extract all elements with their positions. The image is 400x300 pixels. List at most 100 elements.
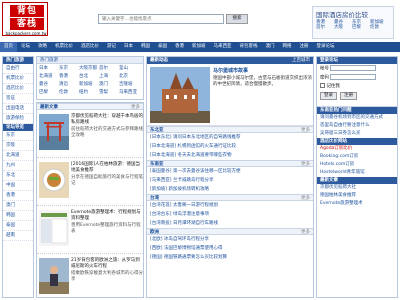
city-link[interactable]: 曼谷 [39, 81, 59, 89]
more-link[interactable]: 更多 [301, 229, 310, 236]
city-link[interactable]: 东京 [59, 65, 79, 73]
city-link[interactable]: 纽约 [79, 89, 99, 97]
nav-item[interactable]: 注册 [296, 42, 313, 52]
sidebar-item[interactable]: 机票比价 [3, 74, 33, 84]
feature-title[interactable]: 马尔堡城市故事 [213, 68, 313, 75]
nav-item[interactable]: 攻略 [34, 42, 51, 52]
article-title[interactable]: Evernote旅游整理术：行程规划与资料整理 [71, 210, 143, 222]
more-link[interactable]: 上百城市 [292, 57, 310, 64]
news-link[interactable]: [西欧] 法国巴黎博物馆通票使用心得 [147, 244, 313, 253]
compare-link[interactable]: 大阪 [334, 25, 352, 30]
city-link[interactable]: 新加坡 [79, 81, 99, 89]
article-item[interactable]: [2016国际]人在柏林旅游：德国当地美食推荐 分享在德国自助旅行的美食与行程笔记 [37, 158, 143, 206]
city-link[interactable]: 清迈 [59, 81, 79, 89]
sidebar-item[interactable]: 泰国 [3, 221, 33, 231]
more-link[interactable]: 更多 [301, 161, 310, 168]
city-link[interactable]: 北海道 [39, 73, 59, 81]
sidebar-item[interactable]: 东北 [3, 171, 33, 181]
latest-link[interactable]: 德国柏林美食推荐 [317, 192, 397, 200]
city-link[interactable]: 伦敦 [59, 89, 79, 97]
news-link[interactable]: [北欧] 冰岛自驾环岛行程分享 [147, 235, 313, 244]
sidebar-item[interactable]: 自由行 [3, 64, 33, 74]
city-link[interactable]: 上海 [99, 73, 119, 81]
compare-link[interactable]: 巴黎 [352, 25, 370, 30]
nav-item[interactable]: 登录论坛 [313, 42, 339, 52]
login-button[interactable]: 登录 [320, 92, 337, 100]
city-link[interactable]: 澳门 [99, 81, 119, 89]
city-link[interactable]: 香港 [59, 73, 79, 81]
more-link[interactable]: 更多 [301, 127, 310, 134]
article-item[interactable]: Evernote旅游整理术：行程规划与资料整理 善用Evernote整理旅行资料与… [37, 206, 143, 254]
search-button[interactable]: 搜索 [226, 14, 248, 24]
hotel-site-link[interactable]: Agoda订房比价 [317, 145, 397, 153]
sidebar-item[interactable]: 签证 [3, 94, 33, 104]
latest-link[interactable]: 京都伏见稻荷大社 [317, 184, 397, 192]
news-link[interactable]: [日本北海道] 札幌到函馆的火车通行证比较 [147, 142, 313, 151]
sidebar-item[interactable]: 出国电话 [3, 104, 33, 114]
nav-item[interactable]: 论坛 [17, 42, 34, 52]
news-link[interactable]: [台湾花莲] 太鲁阁一日游行程规划 [147, 201, 313, 210]
nav-item[interactable]: 酒店比价 [77, 42, 103, 52]
question-link[interactable]: 吴哥窟三日券怎么买 [317, 130, 397, 138]
article-title[interactable]: 京都伏见稻荷大社：穿越千本鸟居的私房路线 [71, 114, 143, 126]
news-link[interactable]: [德国] 德国铁路通票要怎么买比较划算 [147, 253, 313, 262]
nav-item[interactable]: 网络 [279, 42, 296, 52]
city-link[interactable]: 日本 [39, 65, 59, 73]
city-link[interactable]: 台北 [79, 73, 99, 81]
nav-item[interactable]: 韩国 [137, 42, 154, 52]
search-input[interactable] [98, 14, 224, 24]
news-link[interactable]: [泰国曼谷] 第一次去曼谷该住哪一区比较方便 [147, 167, 313, 176]
sidebar-item[interactable]: 韩国 [3, 211, 33, 221]
city-link[interactable]: 巴黎 [39, 89, 59, 97]
article-title[interactable]: 21岁背包客的欧洲之旅：从罗马到威尼斯的火车行程 [71, 258, 143, 270]
compare-link[interactable]: 伦敦 [370, 25, 388, 30]
more-link[interactable]: 更多 [301, 195, 310, 202]
news-link[interactable]: [台湾南投] 日月潭环湖自行车路线 [147, 219, 313, 228]
city-link[interactable]: 釜山 [119, 65, 139, 73]
hotel-site-link[interactable]: Hostelworld青年旅馆 [317, 169, 397, 177]
news-link[interactable]: [日本北海道] 冬天去北海道要带哪些衣物 [147, 151, 313, 160]
article-title[interactable]: [2016国际]人在柏林旅游：德国当地美食推荐 [71, 162, 143, 174]
city-link[interactable]: 北京 [119, 73, 139, 81]
nav-item[interactable]: 香港 [171, 42, 188, 52]
sidebar-item[interactable]: 酒店比价 [3, 84, 33, 94]
nav-item[interactable]: 游记 [103, 42, 120, 52]
sidebar-item[interactable]: 东京 [3, 131, 33, 141]
hotel-site-link[interactable]: Hotels.com订房 [317, 161, 397, 169]
news-link[interactable]: [日本东北] 请问日本东北地区的自驾路线推荐 [147, 133, 313, 142]
sidebar-item[interactable]: 九州 [3, 161, 33, 171]
hotel-site-link[interactable]: Booking.com订房 [317, 153, 397, 161]
register-button[interactable]: 注册 [340, 92, 357, 100]
featured-story[interactable]: 马尔堡城市故事 德国中部小城马尔堡，古堡与石板街道交织出浓浓的中世纪风情，适合慢慢… [147, 64, 313, 126]
sidebar-item[interactable]: 北海道 [3, 151, 33, 161]
sidebar-item[interactable]: 香港 [3, 191, 33, 201]
nav-item[interactable]: 首页 [0, 42, 17, 52]
article-item[interactable]: 21岁背包客的欧洲之旅：从罗马到威尼斯的火车行程 搭乘欧铁穿梭意大利各城市的心得分… [37, 254, 143, 300]
news-link[interactable]: [马来西亚] 兰卡威跳岛行程分享 [147, 176, 313, 185]
nav-item[interactable]: 机票比价 [51, 42, 77, 52]
question-link[interactable]: 峇里岛自由行要注意什么 [317, 122, 397, 130]
sidebar-item[interactable]: 旅游保险 [3, 114, 33, 124]
nav-item[interactable]: 马来西亚 [210, 42, 236, 52]
nav-item[interactable]: 泰国 [154, 42, 171, 52]
password-input[interactable] [330, 74, 377, 80]
sidebar-item[interactable]: 京阪 [3, 141, 33, 151]
article-item[interactable]: 京都伏见稻荷大社：穿越千本鸟居的私房路线 前往稻荷大社的交通方式与参拜路线全攻略 [37, 110, 143, 158]
nav-item[interactable]: 新加坡 [188, 42, 210, 52]
question-link[interactable]: 请问曼谷机场到市区的交通方式 [317, 114, 397, 122]
city-link[interactable]: 首尔 [99, 65, 119, 73]
city-link[interactable]: 马来西亚 [119, 89, 139, 97]
nav-item[interactable]: 背包客栈 [236, 42, 262, 52]
city-link[interactable]: 大阪京都 [79, 65, 99, 73]
news-link[interactable]: [新加坡] 新加坡机场转机攻略 [147, 185, 313, 194]
compare-link[interactable]: 首尔 [316, 25, 334, 30]
news-link[interactable]: [台湾台东] 绿岛浮潜注意事项 [147, 210, 313, 219]
city-link[interactable]: 雪梨 [99, 89, 119, 97]
site-logo[interactable]: 背包 客栈 backpackers.com.tw [2, 2, 48, 36]
remember-checkbox[interactable] [320, 83, 325, 88]
username-input[interactable] [330, 65, 377, 71]
latest-link[interactable]: Evernote旅游整理术 [317, 200, 397, 208]
nav-item[interactable]: 澳门 [262, 42, 279, 52]
city-link[interactable]: 吉隆坡 [119, 81, 139, 89]
sidebar-item[interactable]: 中国 [3, 181, 33, 191]
